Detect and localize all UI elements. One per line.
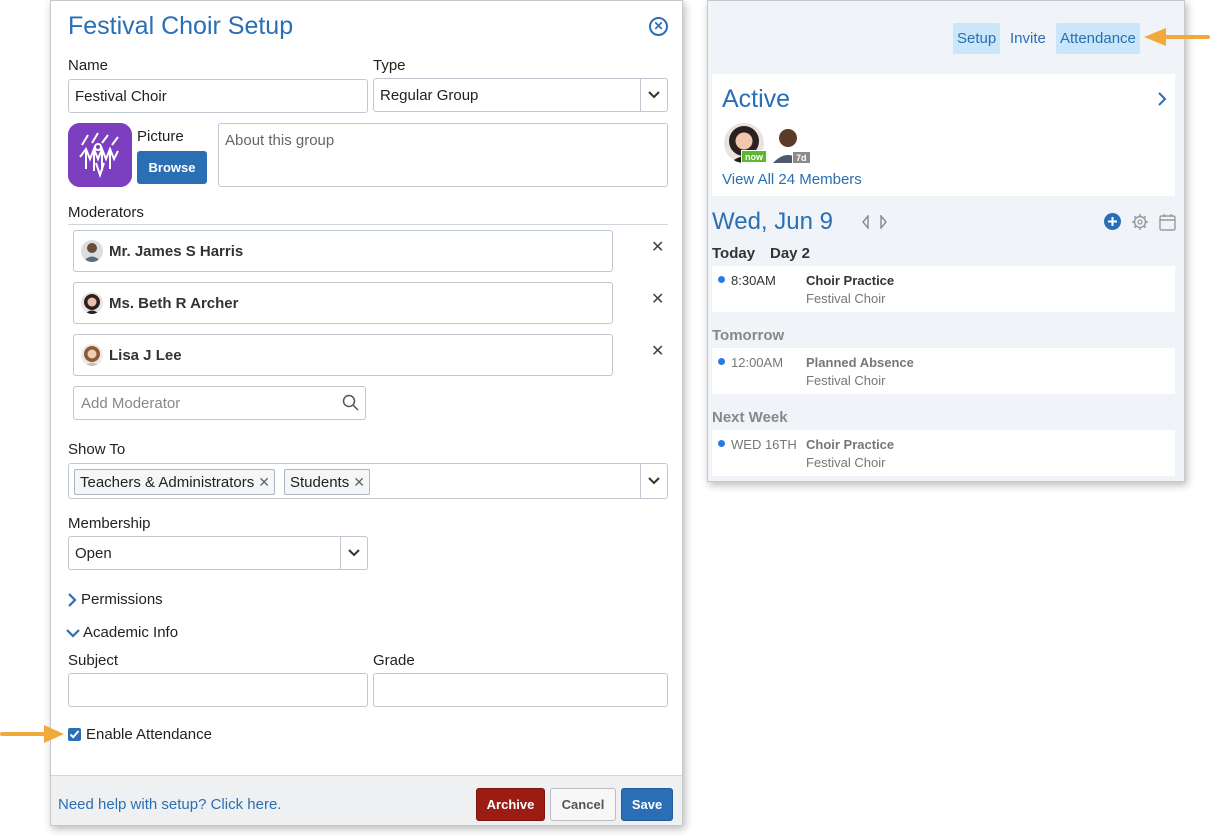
group-picture — [68, 123, 132, 187]
membership-select[interactable]: Open — [68, 536, 368, 570]
grade-label: Grade — [373, 652, 415, 669]
help-link[interactable]: Need help with setup? Click here. — [58, 796, 281, 813]
grade-input[interactable] — [373, 673, 668, 707]
avatar — [81, 240, 103, 262]
event-dot-icon — [718, 276, 725, 283]
status-badge: now — [741, 150, 767, 163]
academic-info-label: Academic Info — [83, 624, 179, 641]
tag-label: Teachers & Administrators — [80, 473, 255, 491]
chevron-right-icon[interactable] — [1157, 91, 1167, 107]
active-title: Active — [722, 85, 791, 113]
prev-next-arrows-icon[interactable] — [861, 215, 889, 229]
add-moderator-input[interactable] — [73, 386, 366, 420]
checkmark-icon — [69, 730, 80, 739]
callout-arrow-icon — [0, 725, 64, 743]
nav-setup[interactable]: Setup — [953, 23, 1001, 54]
status-badge: 7d — [792, 151, 811, 164]
moderators-label: Moderators — [68, 204, 144, 221]
type-select[interactable]: Regular Group — [373, 78, 668, 112]
event-title: Choir Practice — [806, 437, 895, 452]
add-event-icon[interactable] — [1104, 213, 1121, 230]
today-label: Today — [712, 245, 756, 262]
moderator-row: Ms. Beth R Archer — [73, 282, 613, 324]
moderator-row: Lisa J Lee — [73, 334, 613, 376]
nav-attendance[interactable]: Attendance — [1056, 23, 1140, 54]
about-group-textarea[interactable] — [218, 123, 668, 187]
moderators-divider — [68, 224, 668, 225]
next-week-label: Next Week — [712, 409, 788, 426]
academic-info-toggle[interactable]: Academic Info — [65, 624, 178, 641]
event-item[interactable]: 12:00AM Planned Absence Festival Choir — [712, 348, 1175, 394]
browse-button[interactable]: Browse — [137, 151, 207, 184]
membership-label: Membership — [68, 515, 151, 532]
avatar — [81, 344, 103, 366]
name-input-value: Festival Choir — [75, 87, 167, 105]
picture-label: Picture — [137, 128, 184, 145]
calendar-icon[interactable] — [1159, 213, 1176, 231]
dialog-title: Festival Choir Setup — [68, 12, 294, 40]
event-item[interactable]: 8:30AM Choir Practice Festival Choir — [712, 266, 1175, 312]
event-group: Festival Choir — [806, 291, 886, 306]
chevron-down-icon — [640, 79, 667, 111]
enable-attendance-label[interactable]: Enable Attendance — [86, 726, 212, 743]
dialog-footer: Need help with setup? Click here. Archiv… — [51, 775, 682, 825]
event-time: 8:30AM — [731, 273, 776, 288]
chevron-down-icon — [66, 628, 80, 638]
chevron-down-icon — [340, 537, 367, 569]
type-label: Type — [373, 57, 406, 74]
subject-label: Subject — [68, 652, 119, 669]
membership-select-value: Open — [75, 544, 112, 562]
type-select-value: Regular Group — [380, 86, 479, 104]
chevron-down-icon[interactable] — [640, 464, 667, 498]
remove-tag-close-icon[interactable]: ✕ — [353, 474, 365, 491]
show-to-select[interactable]: Teachers & Administrators ✕ Students ✕ — [68, 463, 668, 499]
date-title: Wed, Jun 9 — [712, 208, 833, 235]
active-members-card: Active now 7d View All 24 Members — [712, 74, 1175, 196]
event-dot-icon — [718, 358, 725, 365]
name-input[interactable]: Festival Choir — [68, 79, 368, 113]
event-time: WED 16TH — [731, 437, 797, 452]
permissions-label: Permissions — [81, 591, 163, 608]
gear-icon[interactable] — [1131, 213, 1149, 231]
moderator-name: Ms. Beth R Archer — [109, 294, 239, 312]
show-to-tag: Students ✕ — [284, 469, 370, 495]
remove-tag-close-icon[interactable]: ✕ — [258, 474, 270, 491]
moderator-name: Lisa J Lee — [109, 346, 182, 364]
event-title: Choir Practice — [806, 273, 895, 288]
group-panel: Setup Invite Attendance Active now 7d Vi… — [707, 0, 1185, 482]
moderator-row: Mr. James S Harris — [73, 230, 613, 272]
tomorrow-label: Tomorrow — [712, 327, 785, 344]
callout-arrow-icon — [1144, 28, 1210, 46]
remove-moderator-close-icon[interactable]: ✕ — [651, 344, 665, 360]
name-label: Name — [68, 57, 109, 74]
tag-label: Students — [290, 473, 350, 491]
view-all-members-link[interactable]: View All 24 Members — [722, 171, 862, 188]
choir-logo-icon — [68, 123, 132, 187]
day-label: Day 2 — [770, 245, 811, 262]
nav-invite[interactable]: Invite — [1006, 23, 1050, 54]
event-time: 12:00AM — [731, 355, 784, 370]
enable-attendance-checkbox[interactable] — [68, 728, 81, 741]
remove-moderator-close-icon[interactable]: ✕ — [651, 240, 665, 256]
event-dot-icon — [718, 440, 725, 447]
remove-moderator-close-icon[interactable]: ✕ — [651, 292, 665, 308]
event-group: Festival Choir — [806, 373, 886, 388]
event-title: Planned Absence — [806, 355, 914, 370]
show-to-label: Show To — [68, 441, 126, 458]
cancel-button[interactable]: Cancel — [550, 788, 616, 821]
subject-input[interactable] — [68, 673, 368, 707]
setup-dialog: Festival Choir Setup ✕ Name Festival Cho… — [50, 0, 683, 826]
permissions-toggle[interactable]: Permissions — [67, 591, 163, 608]
moderator-name: Mr. James S Harris — [109, 242, 244, 260]
chevron-right-icon — [68, 592, 77, 607]
event-group: Festival Choir — [806, 455, 886, 470]
close-icon[interactable]: ✕ — [649, 17, 668, 36]
search-icon[interactable] — [342, 394, 359, 411]
archive-button[interactable]: Archive — [476, 788, 545, 821]
avatar — [81, 292, 103, 314]
event-item[interactable]: WED 16TH Choir Practice Festival Choir — [712, 430, 1175, 476]
save-button[interactable]: Save — [621, 788, 673, 821]
show-to-tag: Teachers & Administrators ✕ — [74, 469, 275, 495]
